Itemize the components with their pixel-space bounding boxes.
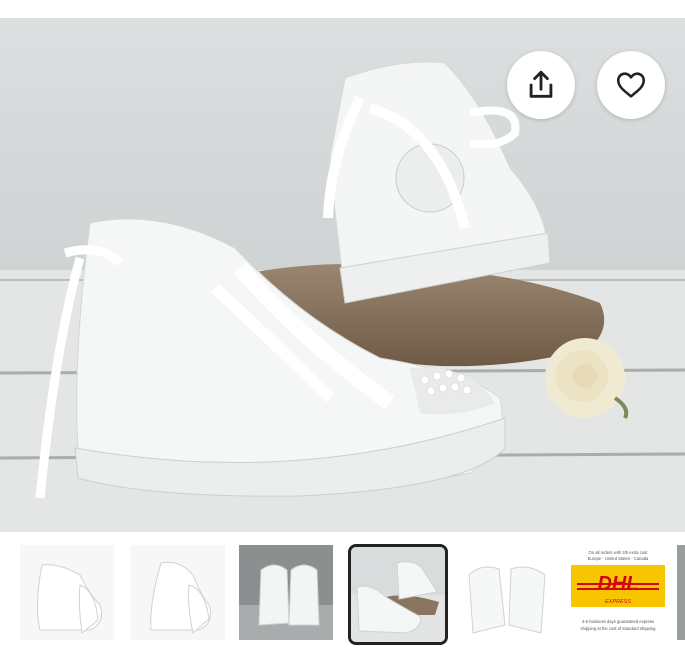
main-product-image[interactable] [0,18,685,532]
dhl-top-text-2: Europe - United States - Canada [588,556,649,561]
thumbnail-6-dhl[interactable]: On all orders with 3/5 extra cost Europe… [571,545,665,640]
thumbnail-shoe-side-icon [131,545,225,640]
thumbnail-7-partial[interactable] [677,545,685,640]
dhl-express: EXPRESS [605,599,631,605]
thumbnail-strip: On all orders with 3/5 extra cost Europe… [0,540,685,645]
product-photo [0,18,685,532]
thumbnail-dhl-shipping-icon: On all orders with 3/5 extra cost Europe… [571,545,665,640]
thumbnail-2[interactable] [131,545,225,640]
heart-icon [616,72,646,98]
dhl-bottom-text-1: 3-5 business days guaranteed express [582,619,654,624]
thumbnail-5[interactable] [461,545,555,640]
thumbnail-1[interactable] [20,545,114,640]
thumbnail-shoes-driftwood-icon [351,547,445,642]
dhl-logo: DHL [597,573,638,595]
share-button[interactable] [507,51,575,119]
thumbnail-3[interactable] [239,545,333,640]
top-bar [0,0,685,19]
thumbnail-shoes-back-icon [239,545,333,640]
thumbnail-4-selected[interactable] [348,544,448,645]
thumbnail-shoe-side-icon [20,545,114,640]
favorite-button[interactable] [597,51,665,119]
thumbnail-shoes-top-icon [461,545,555,640]
share-icon [529,70,553,98]
dhl-bottom-text-2: shipping at the cost of standard shippin… [581,626,657,631]
dhl-top-text-1: On all orders with 3/5 extra cost [589,550,649,555]
